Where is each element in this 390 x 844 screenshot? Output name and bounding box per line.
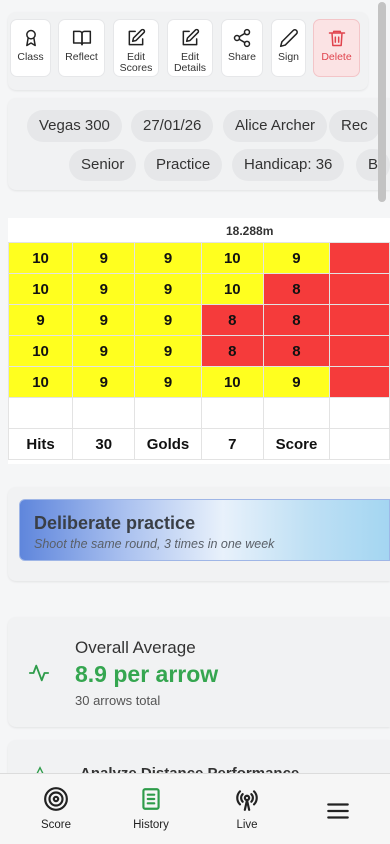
arrow-score: 9 — [134, 366, 202, 398]
nav-live-label: Live — [236, 819, 258, 831]
sign-label: Sign — [277, 51, 299, 63]
scrollbar[interactable] — [378, 2, 386, 202]
score-table: 10 9 9 10 9 10 9 9 10 8 9 9 9 8 8 10 9 9 — [8, 242, 390, 460]
edit-icon — [128, 28, 146, 46]
end-row: 10 9 9 10 9 — [8, 242, 390, 274]
nav-score-label: Score — [40, 819, 72, 831]
book-open-icon — [72, 30, 91, 46]
distance-label: 18.288m — [226, 224, 274, 238]
arrow-score: 8 — [262, 304, 330, 336]
arrow-score: 9 — [72, 242, 136, 274]
nav-score[interactable]: Score — [16, 786, 96, 831]
arrow-score: 10 — [8, 242, 74, 274]
tag-bow-type: Rec — [329, 110, 380, 142]
arrow-score: 9 — [72, 273, 136, 305]
clipboard-icon — [142, 788, 160, 810]
arrow-score: 9 — [262, 242, 330, 274]
arrow-score: 9 — [262, 366, 330, 398]
end-row: 10 9 9 8 8 — [8, 335, 390, 367]
tag-handicap: Handicap: 36 — [232, 149, 345, 181]
score-value — [328, 428, 390, 460]
edit-scores-label: Edit Scores — [119, 51, 153, 74]
arrow-score: 10 — [8, 366, 74, 398]
arrow-score: 10 — [200, 273, 264, 305]
sign-button[interactable]: Sign — [271, 19, 306, 77]
end-row: 9 9 9 8 8 — [8, 304, 390, 336]
golds-label: Golds — [134, 428, 202, 460]
tag-age-class: Senior — [69, 149, 137, 181]
arrow-score: 9 — [72, 335, 136, 367]
award-icon — [25, 29, 36, 47]
arrow-score-overflow — [328, 335, 390, 367]
hits-label: Hits — [8, 428, 74, 460]
delete-button[interactable]: Delete — [313, 19, 360, 77]
overall-average-title: Overall Average — [75, 638, 196, 657]
menu-icon — [327, 803, 349, 819]
nav-history-label: History — [133, 819, 169, 831]
arrow-score: 10 — [200, 366, 264, 398]
deliberate-practice-subtitle: Shoot the same round, 3 times in one wee… — [34, 537, 275, 551]
deliberate-practice-banner[interactable]: Deliberate practice Shoot the same round… — [19, 499, 390, 561]
arrow-score: 9 — [8, 304, 74, 336]
arrow-score-overflow — [328, 304, 390, 336]
hits-value: 30 — [72, 428, 136, 460]
arrow-score: 8 — [262, 335, 330, 367]
deliberate-practice-title: Deliberate practice — [34, 513, 196, 533]
action-toolbar: Class Reflect Edit Scores Edit Details S… — [8, 12, 368, 90]
nav-history[interactable]: History — [111, 786, 191, 831]
reflect-label: Reflect — [65, 51, 98, 63]
tag-round: Vegas 300 — [27, 110, 122, 142]
totals-row: Hits 30 Golds 7 Score — [8, 428, 390, 460]
edit-details-label: Edit Details — [173, 51, 207, 74]
broadcast-icon — [236, 790, 258, 811]
pen-icon — [279, 29, 298, 48]
arrow-score: 10 — [8, 273, 74, 305]
tag-date: 27/01/26 — [131, 110, 214, 142]
round-details-tags: Vegas 300 27/01/26 Alice Archer Rec Seni… — [8, 98, 390, 190]
share-label: Share — [227, 51, 257, 63]
arrow-score: 10 — [8, 335, 74, 367]
delete-label: Delete — [321, 51, 352, 63]
arrow-score: 9 — [72, 366, 136, 398]
edit-icon — [182, 28, 200, 46]
arrow-score: 8 — [262, 273, 330, 305]
share-button[interactable]: Share — [221, 19, 263, 77]
nav-live[interactable]: Live — [207, 786, 287, 831]
arrow-score: 8 — [200, 335, 264, 367]
share-icon — [233, 28, 251, 48]
nav-menu[interactable] — [298, 798, 378, 824]
arrow-score: 10 — [200, 242, 264, 274]
arrow-score-overflow — [328, 273, 390, 305]
end-row: 10 9 9 10 9 — [8, 366, 390, 398]
reflect-button[interactable]: Reflect — [58, 19, 105, 77]
activity-icon — [28, 662, 50, 684]
overall-average-card: Overall Average 8.9 per arrow 30 arrows … — [8, 617, 390, 727]
tag-session-type: Practice — [144, 149, 223, 181]
overall-average-value: 8.9 per arrow — [75, 661, 219, 687]
arrow-score-overflow — [328, 366, 390, 398]
golds-value: 7 — [200, 428, 264, 460]
tag-archer: Alice Archer — [223, 110, 328, 142]
end-row: 10 9 9 10 8 — [8, 273, 390, 305]
trash-icon — [328, 30, 345, 47]
arrow-score: 9 — [72, 304, 136, 336]
deliberate-practice-card: Deliberate practice Shoot the same round… — [8, 487, 390, 581]
arrow-score: 9 — [134, 242, 202, 274]
arrow-score: 9 — [134, 335, 202, 367]
arrow-score: 8 — [200, 304, 264, 336]
target-icon — [44, 787, 68, 811]
blank-row — [8, 397, 390, 429]
bottom-navigation: Score History Live — [0, 773, 390, 844]
arrow-score: 9 — [134, 304, 202, 336]
scorecard: 18.288m 10 9 9 10 9 10 9 9 10 8 9 9 9 8 … — [8, 218, 390, 464]
score-label: Score — [262, 428, 330, 460]
arrow-score: 9 — [134, 273, 202, 305]
edit-scores-button[interactable]: Edit Scores — [113, 19, 159, 77]
arrow-score-overflow — [328, 242, 390, 274]
arrows-total: 30 arrows total — [75, 693, 161, 708]
class-label: Class — [17, 51, 44, 63]
edit-details-button[interactable]: Edit Details — [167, 19, 213, 77]
class-button[interactable]: Class — [10, 19, 51, 77]
